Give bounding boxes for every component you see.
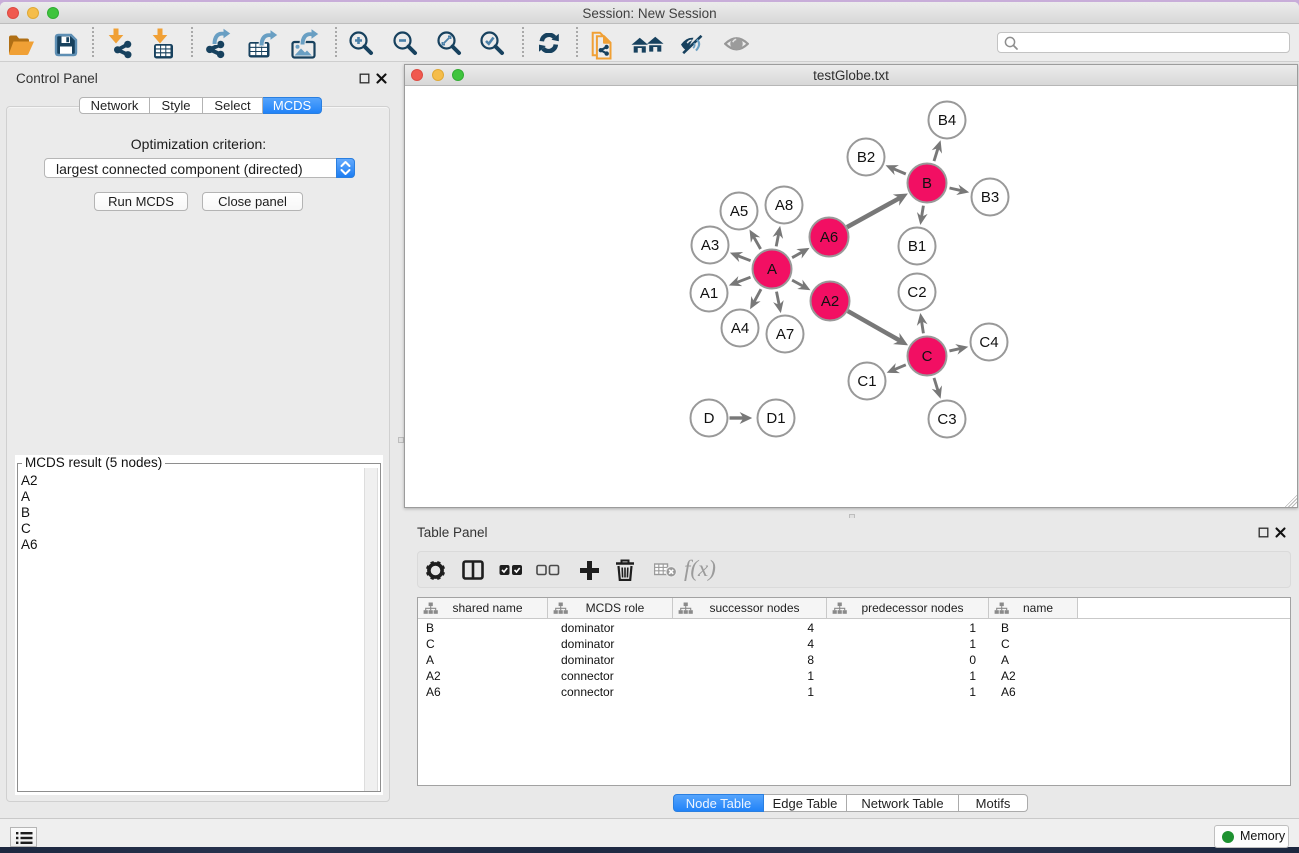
svg-text:A5: A5 [730, 203, 748, 220]
svg-text:C3: C3 [937, 411, 956, 428]
svg-text:A7: A7 [776, 326, 794, 343]
svg-text:D: D [704, 410, 715, 427]
svg-text:A8: A8 [775, 197, 793, 214]
svg-text:B1: B1 [908, 238, 926, 255]
svg-text:C: C [922, 348, 933, 365]
svg-text:C1: C1 [857, 373, 876, 390]
svg-text:C4: C4 [979, 334, 998, 351]
svg-text:A3: A3 [701, 237, 719, 254]
svg-text:A: A [767, 261, 777, 278]
svg-text:A4: A4 [731, 320, 749, 337]
svg-text:D1: D1 [766, 410, 785, 427]
svg-text:A6: A6 [820, 229, 838, 246]
svg-text:A2: A2 [821, 293, 839, 310]
svg-text:B2: B2 [857, 149, 875, 166]
svg-text:B4: B4 [938, 112, 956, 129]
svg-text:B3: B3 [981, 189, 999, 206]
svg-text:C2: C2 [907, 284, 926, 301]
svg-text:A1: A1 [700, 285, 718, 302]
svg-text:B: B [922, 175, 932, 192]
